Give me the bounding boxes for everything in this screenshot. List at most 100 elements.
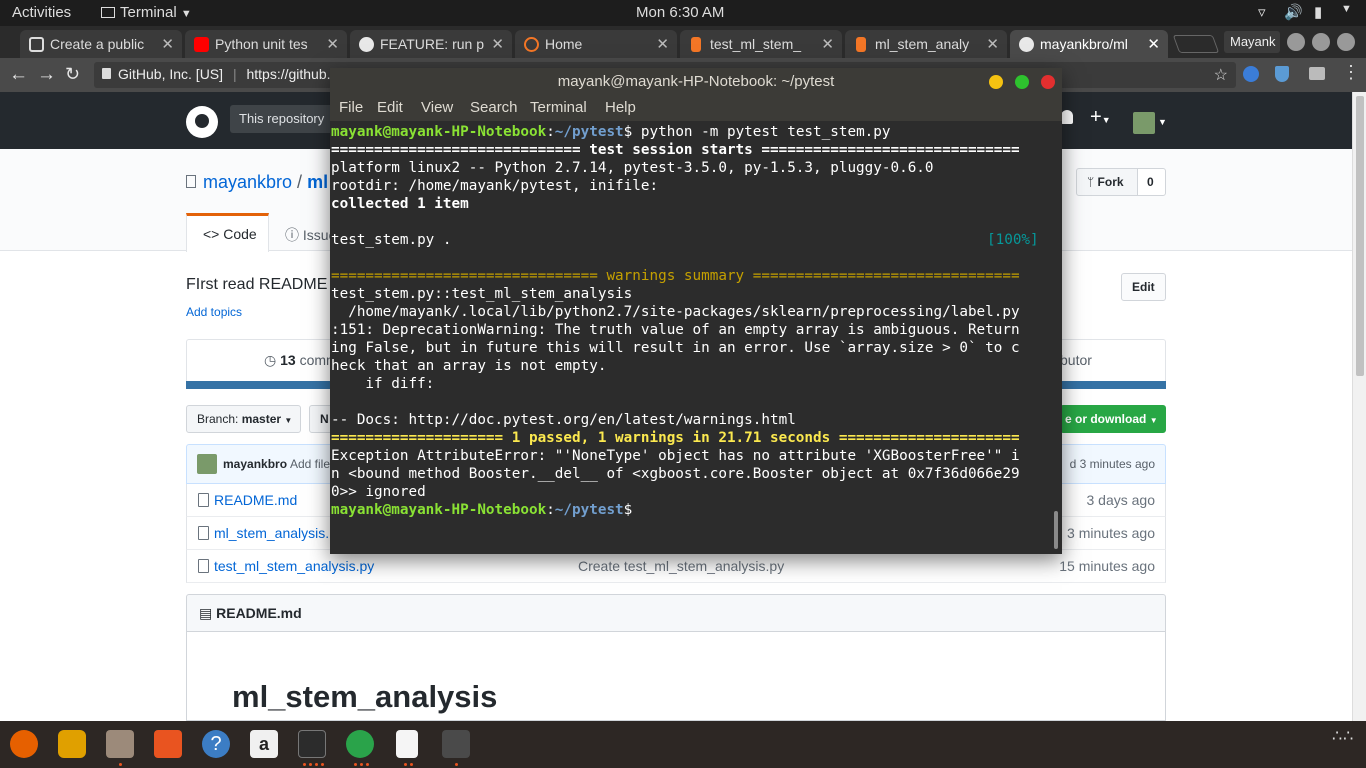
- menu-view[interactable]: View: [421, 99, 453, 116]
- browser-tab[interactable]: Create a public ✕: [20, 30, 182, 58]
- terminal-app-icon: [101, 7, 115, 18]
- fork-button[interactable]: ᛘ Fork: [1076, 168, 1138, 196]
- firefox-icon[interactable]: [10, 730, 38, 758]
- url-text: https://github.: [246, 66, 331, 82]
- avatar[interactable]: [1133, 112, 1155, 134]
- new-tab-button[interactable]: [1172, 35, 1220, 53]
- help-icon[interactable]: ?: [202, 730, 230, 758]
- file-commit-message[interactable]: Create test_ml_stem_analysis.py: [578, 558, 784, 574]
- menu-search[interactable]: Search: [470, 99, 518, 116]
- chrome-icon[interactable]: [346, 730, 374, 758]
- file-age: 15 minutes ago: [1059, 558, 1155, 574]
- extension-icon[interactable]: [1243, 66, 1259, 82]
- browser-tab-active[interactable]: mayankbro/ml ✕: [1010, 30, 1168, 58]
- close-tab-icon[interactable]: ✕: [1147, 35, 1160, 53]
- avatar-chevron-icon[interactable]: ▼: [1158, 117, 1167, 127]
- rhythmbox-icon[interactable]: [58, 730, 86, 758]
- cast-icon[interactable]: [1309, 67, 1325, 80]
- terminal-scrollbar[interactable]: [1054, 511, 1058, 549]
- shield-extension-icon[interactable]: [1275, 66, 1289, 82]
- lock-icon: [102, 68, 111, 79]
- page-scrollbar[interactable]: [1352, 92, 1366, 721]
- commit-message[interactable]: Add file: [290, 457, 330, 471]
- terminal-line: ing False, but in future this will resul…: [331, 340, 1020, 356]
- scrollbar-thumb[interactable]: [1356, 96, 1364, 376]
- software-center-icon[interactable]: [154, 730, 182, 758]
- browser-tab[interactable]: FEATURE: run p ✕: [350, 30, 512, 58]
- close-tab-icon[interactable]: ✕: [491, 35, 504, 53]
- close-icon[interactable]: [1041, 75, 1055, 89]
- readme-filename: README.md: [216, 605, 302, 621]
- tab-issues[interactable]: ⓘ Issue: [285, 225, 336, 245]
- profile-button[interactable]: Mayank: [1224, 31, 1280, 53]
- files-icon[interactable]: [106, 730, 134, 758]
- close-tab-icon[interactable]: ✕: [161, 35, 174, 53]
- close-tab-icon[interactable]: ✕: [986, 35, 999, 53]
- add-topics-link[interactable]: Add topics: [186, 305, 242, 319]
- file-link[interactable]: test_ml_stem_analysis.py: [214, 558, 374, 574]
- commits-link[interactable]: ◷ 13 comm: [264, 352, 338, 369]
- terminal-window[interactable]: mayank@mayank-HP-Notebook: ~/pytest File…: [330, 68, 1062, 554]
- plus-icon[interactable]: +▼: [1090, 106, 1111, 129]
- file-link[interactable]: README.md: [214, 492, 297, 508]
- file-link[interactable]: ml_stem_analysis.: [214, 525, 329, 541]
- activities-button[interactable]: Activities: [12, 4, 71, 21]
- running-indicator: [315, 763, 318, 766]
- menu-edit[interactable]: Edit: [377, 99, 403, 116]
- volume-icon[interactable]: 🔊: [1284, 3, 1303, 21]
- back-icon[interactable]: ←: [9, 64, 28, 86]
- bookmark-star-icon[interactable]: ☆: [1214, 65, 1228, 85]
- sublime-icon[interactable]: [442, 730, 470, 758]
- terminal-icon[interactable]: [298, 730, 326, 758]
- maximize-icon[interactable]: [1015, 75, 1029, 89]
- close-tab-icon[interactable]: ✕: [326, 35, 339, 53]
- menu-terminal[interactable]: Terminal: [530, 99, 587, 116]
- tab-title: FEATURE: run p: [380, 36, 484, 52]
- browser-tab[interactable]: ml_stem_analy ✕: [845, 30, 1007, 58]
- commits-count: 13: [280, 352, 296, 368]
- system-menu-chevron-icon[interactable]: ▼: [1341, 3, 1352, 15]
- github-logo-icon[interactable]: [186, 106, 218, 138]
- browser-tab[interactable]: Python unit tes ✕: [185, 30, 347, 58]
- reload-icon[interactable]: ↻: [65, 64, 80, 85]
- chrome-menu-icon[interactable]: ⋮: [1342, 62, 1360, 83]
- edit-button[interactable]: Edit: [1121, 273, 1166, 301]
- clone-download-button[interactable]: e or download ▼: [1060, 405, 1166, 433]
- amazon-icon[interactable]: a: [250, 730, 278, 758]
- clock[interactable]: Mon 6:30 AM: [636, 4, 724, 21]
- search-scope[interactable]: This repository: [230, 105, 340, 133]
- menu-help[interactable]: Help: [605, 99, 636, 116]
- running-indicator: [360, 763, 363, 766]
- running-indicator: [404, 763, 407, 766]
- browser-tab[interactable]: Home ✕: [515, 30, 677, 58]
- terminal-titlebar[interactable]: mayank@mayank-HP-Notebook: ~/pytest: [330, 68, 1062, 96]
- tab-code[interactable]: <> Code: [186, 213, 269, 252]
- close-window-icon[interactable]: [1337, 33, 1355, 51]
- terminal-line: rootdir: /home/mayank/pytest, inifile:: [331, 178, 659, 194]
- battery-icon[interactable]: ▮: [1314, 3, 1322, 21]
- minimize-window-icon[interactable]: [1287, 33, 1305, 51]
- commit-author[interactable]: mayankbro: [223, 457, 287, 471]
- wifi-icon[interactable]: ▿: [1258, 3, 1266, 21]
- maximize-window-icon[interactable]: [1312, 33, 1330, 51]
- notification-bell-icon[interactable]: [1061, 110, 1073, 124]
- close-tab-icon[interactable]: ✕: [656, 35, 669, 53]
- fork-count[interactable]: 0: [1137, 168, 1166, 196]
- terminal-line: 0>> ignored: [331, 484, 426, 500]
- terminal-output[interactable]: mayank@mayank-HP-Notebook:~/pytest$ pyth…: [330, 121, 1062, 554]
- minimize-icon[interactable]: [989, 75, 1003, 89]
- menu-file[interactable]: File: [339, 99, 363, 116]
- browser-tab[interactable]: test_ml_stem_ ✕: [680, 30, 842, 58]
- close-tab-icon[interactable]: ✕: [821, 35, 834, 53]
- contributors-link[interactable]: butor: [1060, 352, 1092, 368]
- show-apps-grid-icon[interactable]: ∴∴: [1332, 729, 1354, 745]
- repo-link[interactable]: ml: [307, 172, 328, 192]
- owner-link[interactable]: mayankbro: [203, 172, 292, 192]
- forward-icon[interactable]: →: [37, 64, 56, 86]
- code-icon: <>: [203, 226, 220, 242]
- branch-select[interactable]: Branch: master ▼: [186, 405, 301, 433]
- text-editor-icon[interactable]: [396, 730, 418, 758]
- app-menu[interactable]: Terminal ▼: [101, 4, 192, 21]
